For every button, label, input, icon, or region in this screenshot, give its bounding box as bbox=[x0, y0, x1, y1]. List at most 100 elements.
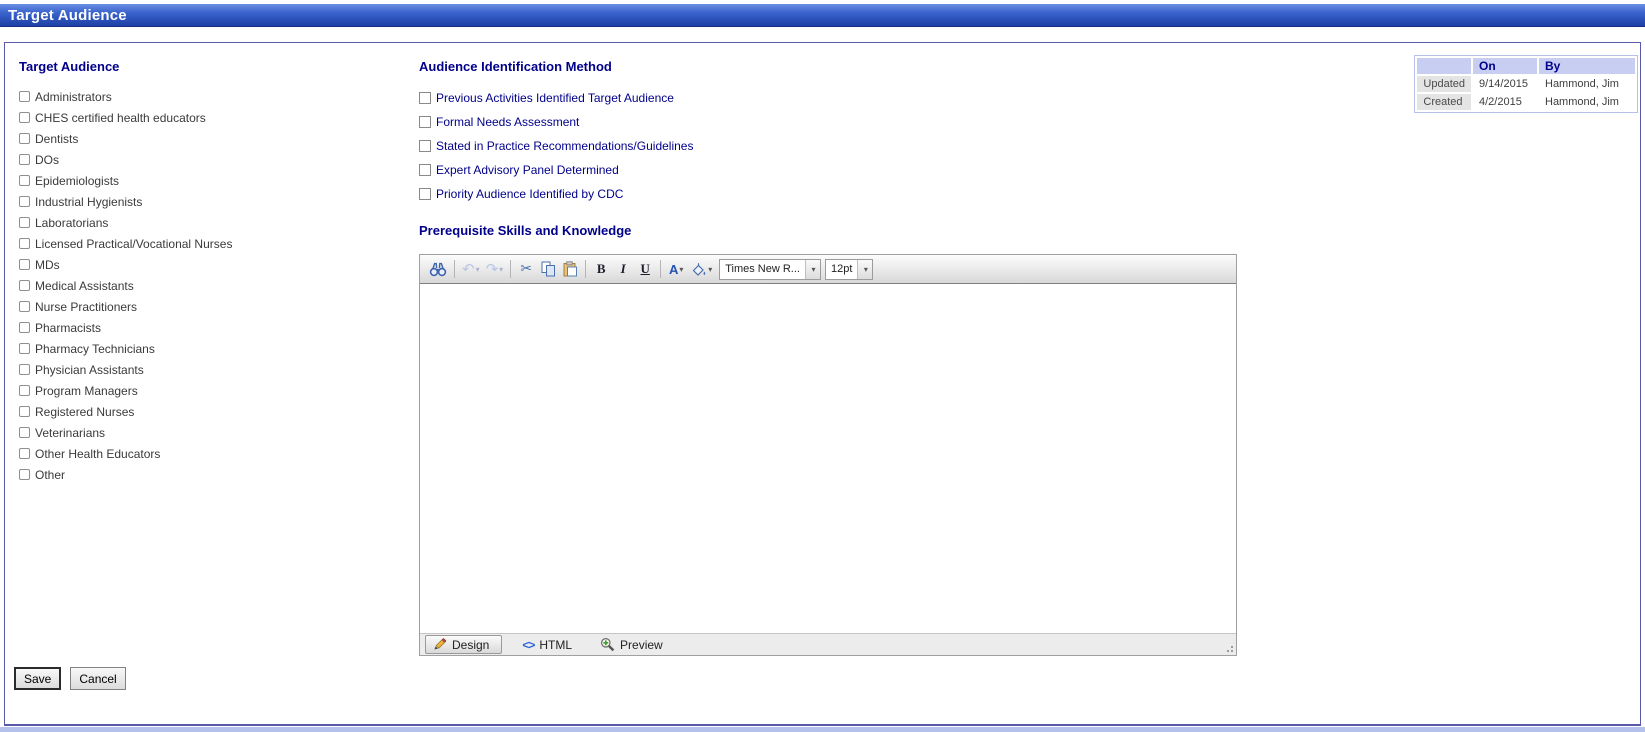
checkbox[interactable] bbox=[19, 91, 30, 102]
target-audience-heading: Target Audience bbox=[19, 59, 120, 74]
html-mode-tab[interactable]: <> HTML bbox=[514, 637, 580, 653]
target-audience-option[interactable]: Physician Assistants bbox=[19, 359, 409, 380]
audit-col-blank bbox=[1417, 58, 1471, 74]
target-audience-option[interactable]: Nurse Practitioners bbox=[19, 296, 409, 317]
checkbox[interactable] bbox=[419, 116, 431, 128]
bold-button[interactable]: B bbox=[590, 258, 612, 280]
target-audience-option[interactable]: Registered Nurses bbox=[19, 401, 409, 422]
target-audience-option[interactable]: Administrators bbox=[19, 86, 409, 107]
audience-identification-option[interactable]: Stated in Practice Recommendations/Guide… bbox=[419, 134, 1239, 158]
checkbox[interactable] bbox=[19, 427, 30, 438]
checkbox[interactable] bbox=[419, 140, 431, 152]
font-size-select[interactable]: 12pt ▾ bbox=[824, 258, 874, 280]
checkbox[interactable] bbox=[19, 280, 30, 291]
target-audience-option[interactable]: Pharmacists bbox=[19, 317, 409, 338]
target-audience-option[interactable]: Dentists bbox=[19, 128, 409, 149]
undo-dropdown-arrow[interactable]: ▾ bbox=[476, 265, 480, 274]
redo-button[interactable]: ↷ ▾ bbox=[483, 258, 507, 280]
audit-table: On By Updated 9/14/2015 Hammond, Jim Cre… bbox=[1414, 55, 1638, 113]
target-audience-option[interactable]: Laboratorians bbox=[19, 212, 409, 233]
prerequisite-heading: Prerequisite Skills and Knowledge bbox=[419, 223, 632, 238]
checkbox[interactable] bbox=[19, 196, 30, 207]
checkbox[interactable] bbox=[419, 164, 431, 176]
form-actions: Save Cancel bbox=[14, 667, 126, 690]
checkbox[interactable] bbox=[19, 154, 30, 165]
font-color-dropdown-arrow[interactable]: ▾ bbox=[679, 265, 683, 274]
italic-button[interactable]: I bbox=[612, 258, 634, 280]
font-color-button[interactable]: A ▾ bbox=[665, 258, 687, 280]
audience-identification-option[interactable]: Formal Needs Assessment bbox=[419, 110, 1239, 134]
chevron-down-icon: ▾ bbox=[811, 264, 816, 274]
target-audience-option[interactable]: Other bbox=[19, 464, 409, 485]
checkbox-label: Industrial Hygienists bbox=[35, 194, 143, 209]
paste-button[interactable] bbox=[559, 258, 581, 280]
target-audience-option[interactable]: Other Health Educators bbox=[19, 443, 409, 464]
editor-content-area[interactable] bbox=[420, 284, 1236, 633]
design-mode-tab[interactable]: Design bbox=[425, 635, 503, 654]
copy-button[interactable] bbox=[537, 258, 559, 280]
checkbox[interactable] bbox=[19, 175, 30, 186]
audience-identification-option[interactable]: Previous Activities Identified Target Au… bbox=[419, 86, 1239, 110]
audit-row-label: Created bbox=[1417, 94, 1471, 110]
checkbox[interactable] bbox=[19, 217, 30, 228]
checkbox[interactable] bbox=[19, 448, 30, 459]
pencil-icon bbox=[434, 638, 447, 650]
target-audience-option[interactable]: Medical Assistants bbox=[19, 275, 409, 296]
checkbox[interactable] bbox=[19, 259, 30, 270]
checkbox[interactable] bbox=[19, 406, 30, 417]
checkbox[interactable] bbox=[19, 112, 30, 123]
checkbox-label: Licensed Practical/Vocational Nurses bbox=[35, 236, 233, 251]
target-audience-option[interactable]: Industrial Hygienists bbox=[19, 191, 409, 212]
toolbar-separator bbox=[454, 260, 455, 278]
checkbox[interactable] bbox=[19, 385, 30, 396]
checkbox[interactable] bbox=[19, 322, 30, 333]
checkbox[interactable] bbox=[419, 92, 431, 104]
target-audience-option[interactable]: Epidemiologists bbox=[19, 170, 409, 191]
cancel-button[interactable]: Cancel bbox=[70, 667, 126, 690]
cut-button[interactable]: ✂ bbox=[515, 258, 537, 280]
checkbox[interactable] bbox=[19, 301, 30, 312]
checkbox-label: Administrators bbox=[35, 89, 112, 104]
audit-col-by: By bbox=[1539, 58, 1635, 74]
toolbar-separator bbox=[585, 260, 587, 278]
editor-resize-grip[interactable] bbox=[1224, 643, 1233, 652]
target-audience-options: Administrators CHES certified health edu… bbox=[19, 86, 409, 485]
checkbox[interactable] bbox=[19, 238, 30, 249]
audience-identification-option[interactable]: Priority Audience Identified by CDC bbox=[419, 182, 1239, 206]
target-audience-option[interactable]: Veterinarians bbox=[19, 422, 409, 443]
target-audience-option[interactable]: Licensed Practical/Vocational Nurses bbox=[19, 233, 409, 254]
checkbox[interactable] bbox=[19, 469, 30, 480]
checkbox[interactable] bbox=[19, 133, 30, 144]
audience-identification-section: Audience Identification Method Previous … bbox=[419, 59, 1239, 206]
audience-identification-option[interactable]: Expert Advisory Panel Determined bbox=[419, 158, 1239, 182]
checkbox-label: Expert Advisory Panel Determined bbox=[436, 163, 619, 177]
checkbox[interactable] bbox=[419, 188, 431, 200]
preview-mode-tab[interactable]: Preview bbox=[592, 636, 671, 653]
save-button[interactable]: Save bbox=[14, 667, 62, 690]
highlight-color-button[interactable]: ▾ bbox=[687, 258, 715, 280]
highlight-dropdown-arrow[interactable]: ▾ bbox=[708, 265, 712, 274]
redo-dropdown-arrow[interactable]: ▾ bbox=[499, 265, 503, 274]
checkbox[interactable] bbox=[19, 364, 30, 375]
checkbox-label: Veterinarians bbox=[35, 425, 106, 440]
font-name-value: Times New R... bbox=[725, 263, 800, 275]
target-audience-option[interactable]: MDs bbox=[19, 254, 409, 275]
paste-icon bbox=[563, 261, 577, 277]
font-name-dropdown-arrow[interactable]: ▾ bbox=[804, 259, 820, 279]
target-audience-option[interactable]: CHES certified health educators bbox=[19, 107, 409, 128]
undo-button[interactable]: ↶ ▾ bbox=[459, 258, 483, 280]
font-color-icon: A bbox=[668, 261, 679, 277]
target-audience-option[interactable]: Program Managers bbox=[19, 380, 409, 401]
checkbox-label: DOs bbox=[35, 152, 59, 167]
audience-identification-options: Previous Activities Identified Target Au… bbox=[419, 86, 1239, 206]
font-name-select[interactable]: Times New R... ▾ bbox=[719, 258, 821, 280]
checkbox[interactable] bbox=[19, 343, 30, 354]
font-size-dropdown-arrow[interactable]: ▾ bbox=[857, 259, 873, 279]
audience-identification-heading: Audience Identification Method bbox=[419, 59, 612, 74]
underline-button[interactable]: U bbox=[634, 258, 656, 280]
target-audience-option[interactable]: DOs bbox=[19, 149, 409, 170]
bold-icon: B bbox=[596, 261, 606, 276]
audit-row-date: 9/14/2015 bbox=[1473, 76, 1537, 92]
find-button[interactable] bbox=[426, 258, 450, 280]
target-audience-option[interactable]: Pharmacy Technicians bbox=[19, 338, 409, 359]
